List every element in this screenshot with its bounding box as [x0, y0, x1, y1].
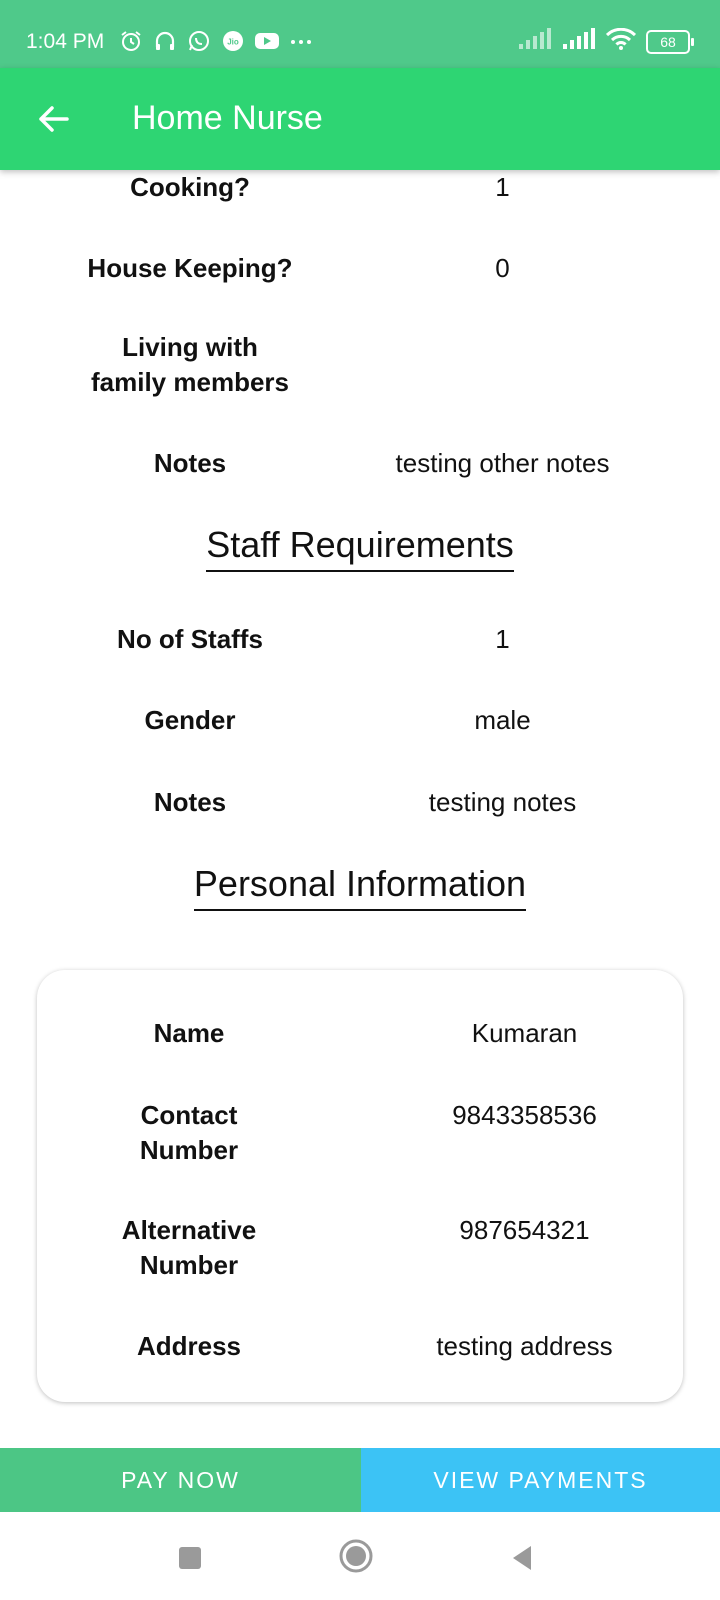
personal-label-line: Number — [139, 1250, 239, 1280]
status-icons-right: 68 — [518, 27, 694, 55]
recent-apps-icon[interactable] — [174, 1542, 206, 1574]
svg-text:Jio: Jio — [227, 38, 239, 47]
personal-label-line: Number — [139, 1135, 239, 1165]
status-time: 1:04 PM — [26, 30, 105, 53]
system-nav-bar — [0, 1512, 720, 1600]
detail-label-line: Living with — [122, 332, 258, 362]
app-bar: Home Nurse — [0, 68, 720, 170]
wifi-icon — [605, 27, 637, 55]
detail-value: testing other notes — [395, 448, 610, 478]
whatsapp-icon — [186, 28, 212, 54]
page-title: Home Nurse — [132, 99, 323, 137]
personal-label: Alternative Number — [59, 1213, 319, 1283]
personal-label-line: Alternative — [121, 1215, 257, 1245]
personal-value: Kumaran — [471, 1018, 578, 1048]
home-icon[interactable] — [336, 1536, 376, 1576]
status-icons-left: Jio — [118, 28, 314, 54]
staff-value: 1 — [495, 624, 510, 654]
staff-value: testing notes — [428, 787, 577, 817]
staff-label: Gender — [144, 705, 236, 735]
personal-label: Address — [136, 1331, 242, 1361]
pay-now-button[interactable]: PAY NOW — [0, 1448, 361, 1512]
personal-label: Contact Number — [59, 1098, 319, 1168]
section-title-personal-information: Personal Information — [0, 863, 720, 911]
back-icon[interactable] — [506, 1542, 538, 1574]
headphones-icon — [152, 28, 178, 54]
staff-value: male — [474, 705, 531, 735]
signal-icon — [562, 28, 596, 55]
more-icon — [288, 28, 314, 54]
staff-label: No of Staffs — [117, 624, 263, 654]
detail-label: Living with family members — [30, 330, 350, 400]
section-title-text: Personal Information — [193, 863, 527, 911]
detail-label: Cooking? — [130, 172, 250, 202]
status-bar: 1:04 PM Jio 68 — [0, 0, 720, 68]
personal-value: testing address — [436, 1331, 613, 1361]
detail-value: 1 — [495, 172, 510, 202]
view-payments-button[interactable]: VIEW PAYMENTS — [361, 1448, 720, 1512]
personal-info-card: Name Kumaran Contact Number 9843358536 A… — [37, 970, 683, 1402]
detail-label-line: family members — [91, 367, 289, 397]
personal-label: Name — [153, 1018, 225, 1048]
staff-label: Notes — [153, 787, 227, 817]
personal-value: 9843358536 — [452, 1100, 597, 1130]
jio-icon: Jio — [220, 28, 246, 54]
personal-label-line: Contact — [140, 1100, 238, 1130]
youtube-icon — [254, 28, 280, 54]
battery-icon: 68 — [646, 29, 694, 54]
alarm-icon — [118, 28, 144, 54]
section-title-text: Staff Requirements — [206, 524, 514, 572]
section-title-staff-requirements: Staff Requirements — [0, 524, 720, 572]
signal-icon — [518, 28, 552, 55]
detail-label: Notes — [153, 448, 227, 478]
bottom-action-bar: PAY NOW VIEW PAYMENTS — [0, 1448, 720, 1512]
personal-value: 987654321 — [459, 1215, 590, 1245]
back-button[interactable] — [30, 96, 76, 142]
arrow-left-icon — [39, 106, 69, 132]
detail-label: House Keeping? — [87, 253, 293, 283]
details-scroll-area[interactable]: Cooking? 1 House Keeping? 0 Living with … — [0, 170, 720, 1448]
detail-value: 0 — [495, 253, 510, 283]
